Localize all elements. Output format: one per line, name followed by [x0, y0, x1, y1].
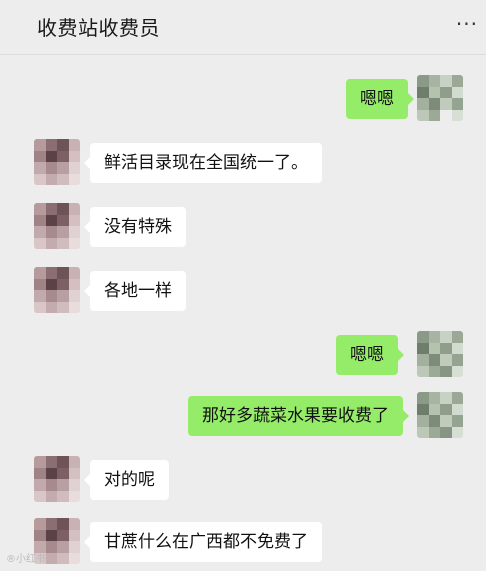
chat-window: 收费站收费员 ··· 嗯嗯 鲜活目录现在全国统一了。 没有特殊 各地一样 嗯嗯 … [0, 0, 486, 571]
message-bubble-outgoing: 嗯嗯 [336, 335, 404, 375]
message-bubble-outgoing: 那好多蔬菜水果要收费了 [188, 396, 409, 436]
message-bubble-incoming: 鲜活目录现在全国统一了。 [84, 143, 322, 183]
my-avatar[interactable] [417, 392, 463, 438]
message-bubble-incoming: 各地一样 [84, 271, 186, 311]
contact-avatar[interactable] [34, 267, 80, 313]
message-bubble-incoming: 甘蔗什么在广西都不免费了 [84, 522, 322, 562]
more-options-icon[interactable]: ··· [456, 12, 478, 36]
message-bubble-outgoing: 嗯嗯 [346, 79, 414, 119]
contact-avatar[interactable] [34, 203, 80, 249]
message-bubble-incoming: 没有特殊 [84, 207, 186, 247]
watermark: ®小红书 [6, 554, 46, 565]
chat-title: 收费站收费员 [37, 16, 160, 40]
message-bubble-incoming: 对的呢 [84, 460, 169, 500]
contact-avatar[interactable] [34, 456, 80, 502]
chat-header: 收费站收费员 ··· [0, 0, 486, 55]
contact-avatar[interactable] [34, 139, 80, 185]
my-avatar[interactable] [417, 331, 463, 377]
my-avatar[interactable] [417, 75, 463, 121]
